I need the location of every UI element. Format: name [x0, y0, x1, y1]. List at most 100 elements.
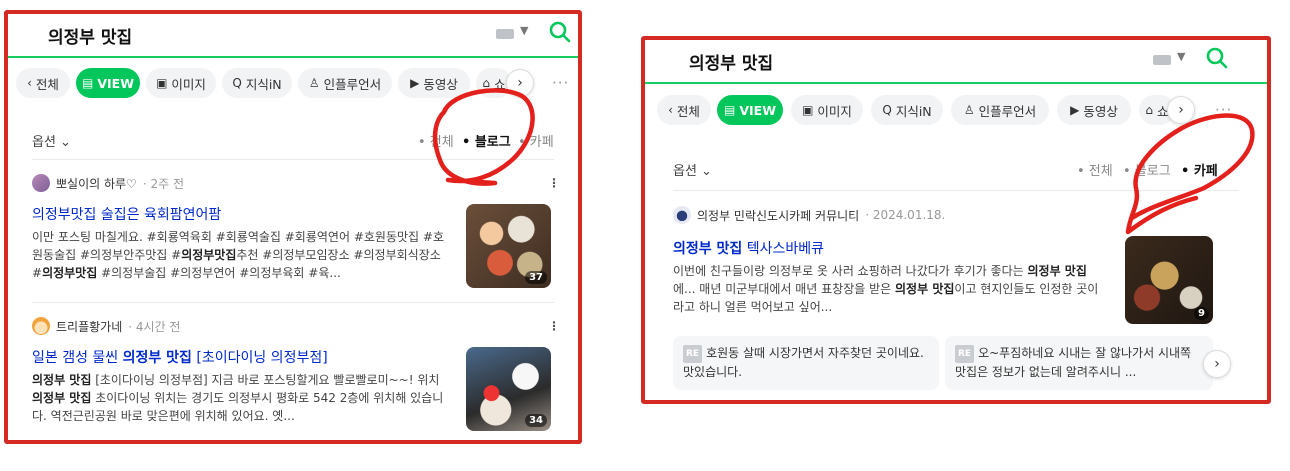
avatar	[32, 317, 50, 335]
tab-video[interactable]: ▶ 동영상	[1057, 95, 1131, 125]
post-author[interactable]: 트리플황가네 · 4시간 전	[32, 317, 180, 335]
post-time: · 4시간 전	[128, 319, 181, 334]
search-panel-cafe: 의정부 맛집 ▼ ‹ 전체 ▤ VIEW ▣ 이미지 Q 지식iN ♙ 인플루언…	[641, 36, 1271, 404]
filter-blog[interactable]: • 블로그	[1123, 160, 1171, 179]
caret-down-icon[interactable]: ▼	[1177, 50, 1185, 63]
image-count: 37	[525, 271, 547, 284]
tab-label: 동영상	[423, 76, 458, 92]
tab-kin[interactable]: Q 지식iN	[871, 95, 943, 125]
post-title[interactable]: 의정부맛집 술집은 육회팜연어팜	[32, 204, 221, 224]
tab-influencer[interactable]: ♙ 인플루언서	[951, 95, 1049, 125]
snippet-highlight: 의정부 맛집	[32, 373, 92, 387]
options-label: 옵션	[32, 135, 56, 150]
snippet-text: #의정부술집 #의정부연어 #의정부육회 #육...	[97, 266, 341, 280]
tab-label: 이미지	[817, 103, 852, 119]
post-snippet[interactable]: 이만 포스팅 마칠게요. #회룡역육회 #회룡역술집 #회룡역연어 #호원동맛집…	[32, 228, 452, 284]
filter-all[interactable]: • 전체	[418, 131, 454, 150]
caret-down-icon[interactable]: ▼	[520, 24, 528, 37]
title-text: 일본 갬성 물씬	[32, 350, 123, 366]
tab-label: 이미지	[171, 76, 206, 92]
divider	[673, 190, 1239, 191]
tab-label: VIEW	[97, 75, 134, 91]
tab-image[interactable]: ▣ 이미지	[146, 68, 216, 98]
tab-label: 지식iN	[895, 103, 932, 119]
comments-next-button[interactable]: ›	[1203, 350, 1231, 378]
comment-preview[interactable]: RE 오~푸짐하네요 시내는 잘 않나가서 시내쪽 맛집은 정보가 없는데 알려주…	[945, 336, 1213, 390]
snippet-highlight: 의정부맛집	[42, 266, 98, 280]
tab-bar: ‹ 전체 ▤ VIEW ▣ 이미지 Q 지식iN ♙ 인플루언서 ▶ 동영상 ⌂…	[645, 95, 1267, 127]
post-thumbnail[interactable]: 37	[466, 204, 551, 288]
image-count: 9	[1194, 307, 1209, 320]
post-snippet[interactable]: 의정부 맛집 [초이다이닝 의정부점] 지금 바로 포스팅할게요 빨로빨로미~~…	[32, 371, 452, 427]
options-dropdown[interactable]: 옵션 ⌄	[32, 131, 71, 150]
tab-all[interactable]: ‹ 전체	[657, 95, 711, 125]
search-bar[interactable]: 의정부 맛집 ▼	[645, 40, 1267, 84]
filter-blog[interactable]: • 블로그	[462, 131, 511, 150]
search-bar[interactable]: 의정부 맛집 ▼	[8, 14, 578, 58]
chevron-right-icon: ›	[1214, 356, 1220, 372]
tab-next-button[interactable]: ›	[1167, 96, 1195, 124]
keyboard-icon[interactable]	[496, 29, 514, 39]
title-text: 텍사스바베큐	[742, 241, 825, 257]
filter-cafe[interactable]: • 카페	[518, 131, 554, 150]
comment-text: 호원동 살때 시장가면서 자주찾던 곳이네요. 맛있습니다.	[683, 346, 924, 379]
tab-next-button[interactable]: ›	[506, 69, 534, 97]
image-icon: ▣	[156, 76, 168, 90]
snippet-highlight: 의정부 맛집	[895, 282, 955, 296]
tab-label: 전체	[676, 103, 700, 119]
chevron-left-icon: ‹	[668, 103, 673, 117]
author-name: 트리플황가네	[56, 319, 123, 334]
image-count: 34	[525, 414, 547, 427]
snippet-text: [초이다이닝 의정부점] 지금 바로 포스팅할게요 빨로빨로미~~! 위치	[91, 373, 440, 387]
post-thumbnail[interactable]: 9	[1125, 236, 1213, 324]
snippet-highlight: 의정부 맛집	[1027, 264, 1087, 278]
more-icon[interactable]: ···	[1215, 101, 1232, 119]
tab-all[interactable]: ‹ 전체	[16, 68, 70, 98]
post-snippet[interactable]: 이번에 친구들이랑 의정부로 옷 사러 쇼핑하러 나갔다가 후기가 좋다는 의정…	[673, 262, 1105, 318]
post-thumbnail[interactable]: 34	[466, 347, 551, 431]
tab-image[interactable]: ▣ 이미지	[791, 95, 863, 125]
avatar	[32, 174, 50, 192]
filter-row: 옵션 ⌄ • 전체 • 블로그 • 카페	[32, 131, 554, 153]
search-query[interactable]: 의정부 맛집	[689, 49, 773, 74]
divider	[32, 159, 554, 160]
filter-row: 옵션 ⌄ • 전체 • 블로그 • 카페	[673, 160, 1239, 182]
filter-cafe[interactable]: • 카페	[1181, 160, 1218, 179]
post-title[interactable]: 일본 갬성 물씬 의정부 맛집 [초이다이닝 의정부점]	[32, 347, 328, 367]
reply-badge: RE	[683, 345, 703, 363]
tab-influencer[interactable]: ♙ 인플루언서	[298, 68, 392, 98]
post-author[interactable]: 의정부 민락신도시카페 커뮤니티 · 2024.01.18.	[673, 206, 945, 224]
kebab-icon[interactable]: ⋮	[548, 319, 560, 333]
snippet-text: 초이다이닝 위치는 경기도 의정부시 평화로 542 2층에 위치해 있습니다.…	[32, 391, 444, 423]
tab-kin[interactable]: Q 지식iN	[222, 68, 292, 98]
tab-view[interactable]: ▤ VIEW	[717, 95, 783, 125]
kebab-icon[interactable]: ⋮	[548, 176, 560, 190]
post-time: · 2주 전	[142, 176, 184, 191]
search-icon[interactable]	[1205, 46, 1229, 70]
title-text: [초이다이닝 의정부점]	[191, 350, 328, 366]
post-title[interactable]: 의정부 맛집 텍사스바베큐	[673, 238, 824, 258]
tab-view[interactable]: ▤ VIEW	[76, 68, 140, 98]
keyboard-icon[interactable]	[1153, 55, 1171, 65]
filter-all[interactable]: • 전체	[1077, 160, 1113, 179]
avatar	[673, 206, 691, 224]
search-icon[interactable]	[548, 20, 572, 44]
tab-label: VIEW	[739, 102, 776, 118]
chevron-right-icon: ›	[1178, 102, 1184, 118]
chevron-left-icon: ‹	[27, 76, 32, 90]
reply-badge: RE	[955, 345, 975, 363]
post-author[interactable]: 뽀실이의 하루♡ · 2주 전	[32, 174, 184, 192]
search-query[interactable]: 의정부 맛집	[48, 23, 132, 48]
more-icon[interactable]: ···	[552, 74, 569, 92]
tab-video[interactable]: ▶ 동영상	[398, 68, 470, 98]
chevron-right-icon: ›	[517, 75, 523, 91]
comment-preview[interactable]: RE 호원동 살때 시장가면서 자주찾던 곳이네요. 맛있습니다.	[673, 336, 939, 390]
image-icon: ▣	[802, 103, 814, 117]
options-label: 옵션	[673, 164, 697, 179]
tab-label: 인플루언서	[323, 76, 382, 92]
options-dropdown[interactable]: 옵션 ⌄	[673, 160, 712, 179]
document-icon: ▤	[82, 76, 94, 90]
snippet-text: 이번에 친구들이랑 의정부로 옷 사러 쇼핑하러 나갔다가 후기가 좋다는	[673, 264, 1028, 278]
tab-bar: ‹ 전체 ▤ VIEW ▣ 이미지 Q 지식iN ♙ 인플루언서 ▶ 동영상 ⌂…	[8, 68, 578, 100]
bag-icon: ⌂	[1145, 103, 1154, 117]
